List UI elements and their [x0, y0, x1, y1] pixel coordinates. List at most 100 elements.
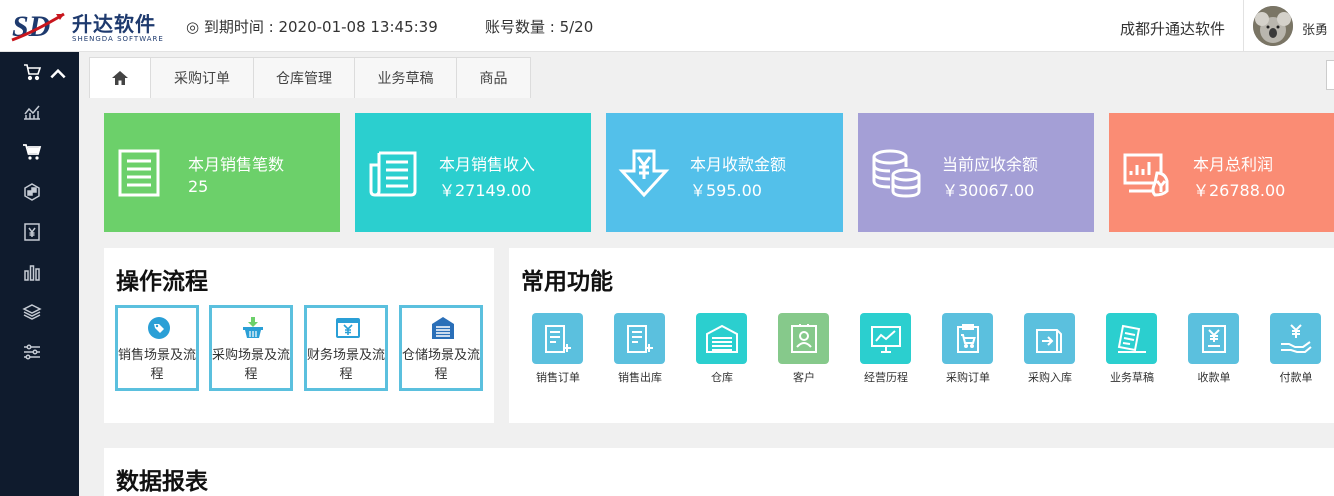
- func-sales-order[interactable]: 销售订单: [518, 313, 598, 389]
- cart-list-icon: [24, 64, 42, 81]
- func-icon-tile: [778, 313, 829, 364]
- yen-hand-icon: [1280, 323, 1312, 353]
- tab-scroll-button[interactable]: [1326, 60, 1334, 90]
- stat-label: 本月收款金额: [690, 155, 787, 174]
- sidebar-item-inventory[interactable]: [0, 172, 79, 212]
- flow-item-finance[interactable]: 财务场景及流程: [304, 305, 388, 391]
- draft-icon: [1117, 324, 1146, 353]
- tab-warehouse[interactable]: 仓库管理: [253, 57, 355, 98]
- func-receipt[interactable]: 收款单: [1174, 313, 1254, 389]
- avatar[interactable]: [1253, 6, 1293, 46]
- func-label: 经营历程: [864, 371, 908, 384]
- func-label: 付款单: [1279, 371, 1313, 384]
- func-business-draft[interactable]: 业务草稿: [1092, 313, 1172, 389]
- sidebar-item-finance[interactable]: [0, 212, 79, 252]
- profit-chart-icon: [1123, 153, 1169, 197]
- stat-card-receipts[interactable]: 本月收款金额 ￥595.00: [606, 113, 843, 232]
- func-icon-tile: [1024, 313, 1075, 364]
- stat-card-sales-count[interactable]: 本月销售笔数 25: [104, 113, 340, 232]
- layers-icon: [22, 304, 42, 320]
- func-icon-tile: [860, 313, 911, 364]
- func-icon-tile: [696, 313, 747, 364]
- stat-label: 本月销售笔数: [188, 155, 285, 174]
- tab-purchase-order[interactable]: 采购订单: [150, 57, 254, 98]
- contact-card-icon: [790, 323, 817, 353]
- doc-plus-icon: [544, 324, 571, 353]
- sidebar-item-analysis[interactable]: [0, 92, 79, 132]
- basket-icon: [243, 317, 263, 338]
- sidebar-item-purchase-menu[interactable]: [0, 52, 79, 92]
- sidebar: [0, 52, 79, 496]
- chevron-up-icon: [50, 68, 66, 79]
- sidebar-item-cart[interactable]: [0, 132, 79, 172]
- logo[interactable]: SD 升达软件 SHENGDA SOFTWARE: [10, 6, 170, 46]
- func-icon-tile: [614, 313, 665, 364]
- func-label: 客户: [793, 371, 815, 384]
- stat-value: 25: [188, 177, 209, 196]
- monitor-chart-icon: [870, 325, 901, 353]
- top-header: SD 升达软件 SHENGDA SOFTWARE ◎ 到期时间 : 2020-0…: [0, 0, 1334, 52]
- tab-bar: 采购订单 仓库管理 业务草稿 商品: [79, 52, 1334, 98]
- logo-name: 升达软件: [72, 12, 156, 36]
- func-warehouse[interactable]: 仓库: [682, 313, 762, 389]
- chart-line-icon: [24, 105, 40, 120]
- sidebar-item-reports[interactable]: [0, 252, 79, 292]
- stat-card-profit[interactable]: 本月总利润 ￥26788.00: [1109, 113, 1334, 232]
- func-label: 业务草稿: [1110, 371, 1154, 384]
- yen-receipt-icon: [1201, 324, 1226, 353]
- logo-subtitle: SHENGDA SOFTWARE: [72, 35, 164, 43]
- func-label: 销售出库: [618, 371, 662, 384]
- stat-value: ￥595.00: [690, 181, 762, 200]
- list-doc-icon: [118, 149, 160, 197]
- func-business-history[interactable]: 经营历程: [846, 313, 926, 389]
- func-purchase-order[interactable]: 采购订单: [928, 313, 1008, 389]
- stat-label: 本月销售收入: [439, 155, 536, 174]
- warehouse-icon: [432, 317, 454, 339]
- flow-item-label: 仓储场景及流程: [402, 348, 481, 382]
- func-icon-tile: [1188, 313, 1239, 364]
- func-icon-tile: [942, 313, 993, 364]
- func-purchase-inbound[interactable]: 采购入库: [1010, 313, 1090, 389]
- stat-label: 本月总利润: [1193, 155, 1274, 174]
- stat-value: ￥30067.00: [942, 181, 1035, 200]
- username[interactable]: 张勇: [1302, 19, 1328, 38]
- boxes-icon: [24, 183, 40, 201]
- stat-card-sales-income[interactable]: 本月销售收入 ￥27149.00: [355, 113, 591, 232]
- doc-plus-icon: [626, 324, 653, 353]
- func-payment[interactable]: 付款单: [1256, 313, 1334, 389]
- box-in-icon: [1035, 328, 1062, 353]
- sliders-icon: [24, 344, 40, 360]
- tag-icon: [148, 317, 170, 339]
- reports-panel-title: 数据报表: [116, 469, 208, 495]
- home-icon: [112, 71, 128, 85]
- func-label: 销售订单: [536, 371, 580, 384]
- stat-label: 当前应收余额: [942, 155, 1039, 174]
- account-count: 账号数量 : 5/20: [485, 18, 594, 36]
- company-name[interactable]: 成都升通达软件: [1120, 18, 1225, 39]
- flow-item-sales[interactable]: 销售场景及流程: [115, 305, 199, 391]
- yen-doc-icon: [24, 223, 40, 241]
- func-sales-outbound[interactable]: 销售出库: [600, 313, 680, 389]
- warehouse-icon: [705, 324, 738, 353]
- sidebar-item-settings[interactable]: [0, 332, 79, 372]
- stat-value: ￥27149.00: [439, 181, 532, 200]
- tab-home[interactable]: [89, 57, 151, 98]
- flow-item-storage[interactable]: 仓储场景及流程: [399, 305, 483, 391]
- flow-item-label: 销售场景及流程: [118, 348, 197, 382]
- tab-draft[interactable]: 业务草稿: [354, 57, 457, 98]
- yen-card-icon: [336, 318, 360, 338]
- logo-mark-icon: SD: [11, 10, 65, 43]
- sidebar-item-layers[interactable]: [0, 292, 79, 332]
- flow-item-label: 财务场景及流程: [307, 348, 386, 382]
- tab-goods[interactable]: 商品: [456, 57, 531, 98]
- func-customer[interactable]: 客户: [764, 313, 844, 389]
- functions-panel-title: 常用功能: [521, 269, 613, 295]
- flow-item-purchase[interactable]: 采购场景及流程: [209, 305, 293, 391]
- func-icon-tile: [1270, 313, 1321, 364]
- newspaper-icon: [369, 151, 417, 197]
- func-label: 收款单: [1197, 371, 1231, 384]
- func-label: 采购订单: [946, 371, 990, 384]
- stat-card-receivable[interactable]: 当前应收余额 ￥30067.00: [858, 113, 1094, 232]
- flow-panel-title: 操作流程: [116, 269, 208, 295]
- header-divider: [1243, 0, 1244, 52]
